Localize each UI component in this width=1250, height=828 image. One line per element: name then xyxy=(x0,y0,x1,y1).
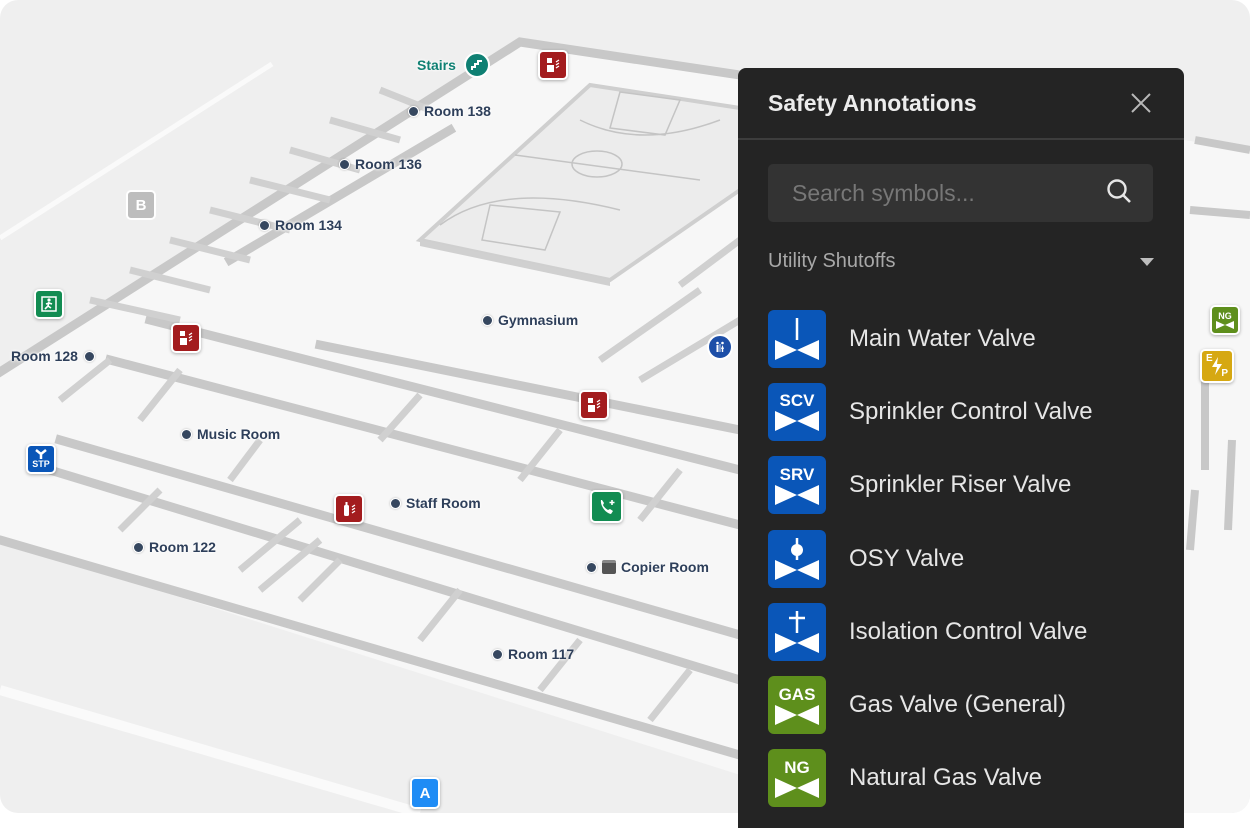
panel-header: Safety Annotations xyxy=(738,68,1184,140)
room-name: Room 136 xyxy=(355,156,422,172)
room-dot xyxy=(482,314,493,326)
section-label: Utility Shutoffs xyxy=(768,250,896,272)
caret-down-icon xyxy=(1140,257,1154,266)
room-label-gymnasium[interactable]: Gymnasium xyxy=(482,312,578,328)
fire-alarm-pull-station-icon[interactable] xyxy=(579,390,609,420)
symbol-item[interactable]: Isolation Control Valve xyxy=(768,595,1168,668)
emergency-exit-icon[interactable] xyxy=(34,289,64,319)
symbol-code: SCV xyxy=(779,391,815,411)
room-label-122[interactable]: Room 122 xyxy=(133,539,216,555)
ep-p-text: P xyxy=(1221,368,1228,379)
room-label-staff-room[interactable]: Staff Room xyxy=(390,495,481,511)
safety-annotations-panel: Safety Annotations Utility Shutoffs Main… xyxy=(738,68,1184,828)
stairs-icon xyxy=(463,52,490,78)
symbol-item[interactable]: SCV Sprinkler Control Valve xyxy=(768,375,1168,448)
room-dot xyxy=(181,428,192,440)
room-dot xyxy=(492,648,503,660)
room-name: Room 117 xyxy=(508,646,575,662)
room-dot xyxy=(259,219,270,231)
room-label-128[interactable]: Room 128 xyxy=(11,348,95,364)
room-name: Copier Room xyxy=(621,559,709,575)
symbol-label: Natural Gas Valve xyxy=(849,764,1042,792)
room-label-117[interactable]: Room 117 xyxy=(492,646,574,662)
room-name: Room 134 xyxy=(275,217,342,233)
room-dot xyxy=(83,350,95,362)
fire-alarm-pull-station-icon[interactable] xyxy=(538,50,568,80)
standpipe-stp-icon[interactable]: STP xyxy=(26,444,56,474)
symbol-item[interactable]: NG Natural Gas Valve xyxy=(768,742,1168,815)
room-dot xyxy=(408,105,419,117)
ep-e-text: E xyxy=(1206,353,1213,364)
panel-title: Safety Annotations xyxy=(768,89,977,116)
symbol-label: Sprinkler Control Valve xyxy=(849,397,1093,425)
fire-extinguisher-icon[interactable] xyxy=(334,494,364,524)
stairs-label[interactable]: Stairs xyxy=(417,52,490,78)
symbol-label: Main Water Valve xyxy=(849,324,1036,352)
gas-valve-general-icon: GAS xyxy=(768,676,826,735)
sprinkler-control-valve-icon: SCV xyxy=(768,382,826,441)
sprinkler-riser-valve-icon: SRV xyxy=(768,456,826,515)
fire-alarm-pull-station-icon[interactable] xyxy=(171,323,201,353)
marker-a[interactable]: A xyxy=(410,777,440,809)
room-dot xyxy=(339,158,350,170)
emergency-phone-icon[interactable] xyxy=(590,490,623,523)
room-name: Room 138 xyxy=(424,103,491,119)
printer-icon xyxy=(602,560,616,574)
symbol-label: Sprinkler Riser Valve xyxy=(849,471,1072,499)
close-icon[interactable] xyxy=(1128,90,1154,116)
osy-valve-icon xyxy=(768,529,826,588)
ng-text: NG xyxy=(1218,311,1232,321)
room-dot xyxy=(133,541,144,553)
room-label-136[interactable]: Room 136 xyxy=(339,156,422,172)
room-dot xyxy=(586,561,597,573)
room-label-copier-room[interactable]: Copier Room xyxy=(586,559,709,575)
room-name: Gymnasium xyxy=(498,312,579,328)
room-name: Music Room xyxy=(197,426,281,442)
symbol-label: Isolation Control Valve xyxy=(849,617,1088,645)
symbol-item[interactable]: GAS Gas Valve (General) xyxy=(768,668,1168,741)
symbol-code: NG xyxy=(784,757,810,777)
marker-b[interactable]: B xyxy=(126,190,156,220)
room-label-music-room[interactable]: Music Room xyxy=(181,426,280,442)
search-input[interactable] xyxy=(790,178,1105,208)
main-water-valve-icon xyxy=(768,309,826,368)
symbol-item[interactable]: OSY Valve xyxy=(768,522,1168,595)
natural-gas-valve-map-icon[interactable]: NG xyxy=(1210,305,1240,335)
symbol-item[interactable]: SRV Sprinkler Riser Valve xyxy=(768,449,1168,522)
search-field[interactable] xyxy=(768,164,1153,222)
restroom-icon[interactable] xyxy=(707,334,733,360)
room-label-134[interactable]: Room 134 xyxy=(259,217,342,233)
search-icon[interactable] xyxy=(1105,177,1133,210)
symbol-list: Main Water Valve SCV Sprinkler Control Val… xyxy=(768,302,1168,815)
symbol-label: OSY Valve xyxy=(849,544,965,572)
section-utility-shutoffs[interactable]: Utility Shutoffs xyxy=(768,250,1156,273)
symbol-code: SRV xyxy=(779,464,815,484)
room-dot xyxy=(390,497,401,509)
electrical-panel-icon[interactable]: E P xyxy=(1200,349,1234,383)
stairs-text: Stairs xyxy=(417,57,456,73)
room-name: Staff Room xyxy=(406,495,481,511)
symbol-code: GAS xyxy=(778,684,816,704)
symbol-label: Gas Valve (General) xyxy=(849,691,1066,719)
room-name: Room 122 xyxy=(149,539,216,555)
natural-gas-valve-icon: NG xyxy=(768,749,826,808)
stp-text: STP xyxy=(32,459,50,469)
room-name: Room 128 xyxy=(11,348,78,364)
isolation-control-valve-icon xyxy=(768,602,826,661)
symbol-item[interactable]: Main Water Valve xyxy=(768,302,1168,375)
room-label-138[interactable]: Room 138 xyxy=(408,103,491,119)
